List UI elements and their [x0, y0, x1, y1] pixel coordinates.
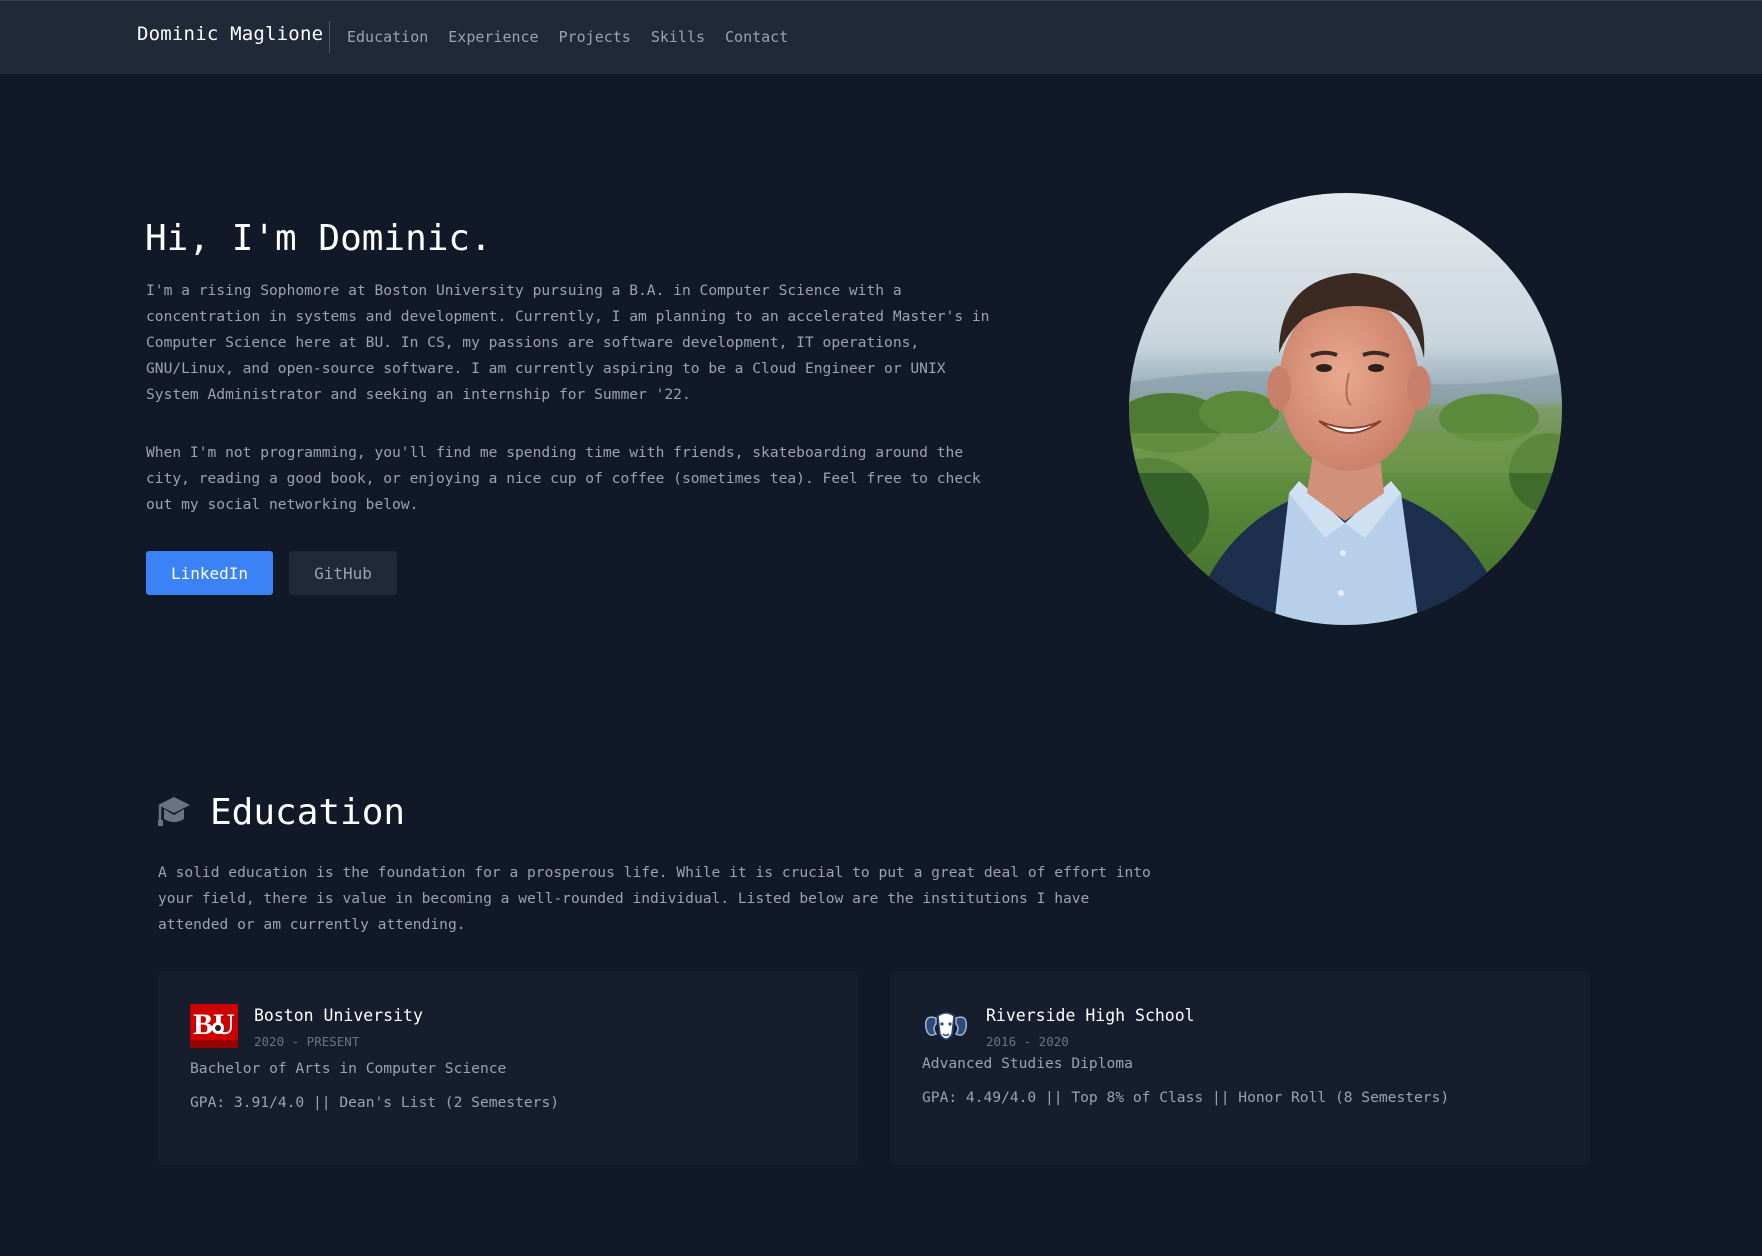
nav-link-education[interactable]: Education	[347, 28, 428, 46]
hero-intro-paragraph: I'm a rising Sophomore at Boston Univers…	[146, 282, 990, 403]
school-name: Riverside High School	[986, 1006, 1195, 1025]
school-years: 2016 - 2020	[986, 1034, 1069, 1049]
github-button[interactable]: GitHub	[289, 551, 397, 595]
boston-university-logo: BU	[190, 1004, 238, 1048]
hero-title: Hi, I'm Dominic.	[145, 218, 492, 259]
nav-link-skills[interactable]: Skills	[651, 28, 705, 46]
nav-link-projects[interactable]: Projects	[559, 28, 631, 46]
navbar: Dominic Maglione Education Experience Pr…	[0, 0, 1762, 74]
nav-link-experience[interactable]: Experience	[448, 28, 538, 46]
profile-photo	[1129, 193, 1562, 625]
school-gpa: GPA: 3.91/4.0 || Dean's List (2 Semester…	[190, 1094, 560, 1111]
brand-name[interactable]: Dominic Maglione	[137, 23, 323, 45]
school-card-riverside-high-school: Riverside High School 2016 - 2020 Advanc…	[890, 971, 1590, 1165]
school-degree: Bachelor of Arts in Computer Science	[190, 1060, 507, 1077]
education-section-title: Education	[210, 792, 406, 833]
nav-divider	[329, 21, 330, 53]
school-years: 2020 - PRESENT	[254, 1034, 360, 1049]
school-degree: Advanced Studies Diploma	[922, 1055, 1133, 1072]
riverside-ram-logo	[922, 1004, 970, 1048]
nav-link-contact[interactable]: Contact	[725, 28, 788, 46]
hero-hobbies-paragraph: When I'm not programming, you'll find me…	[146, 444, 981, 513]
nav-links: Education Experience Projects Skills Con…	[347, 28, 788, 46]
graduation-cap-icon	[156, 795, 192, 829]
school-name: Boston University	[254, 1006, 423, 1025]
education-description: A solid education is the foundation for …	[158, 864, 1151, 933]
school-card-boston-university: BU Boston University 2020 - PRESENT Bach…	[158, 971, 858, 1165]
school-gpa: GPA: 4.49/4.0 || Top 8% of Class || Hono…	[922, 1089, 1450, 1106]
linkedin-button[interactable]: LinkedIn	[146, 551, 273, 595]
